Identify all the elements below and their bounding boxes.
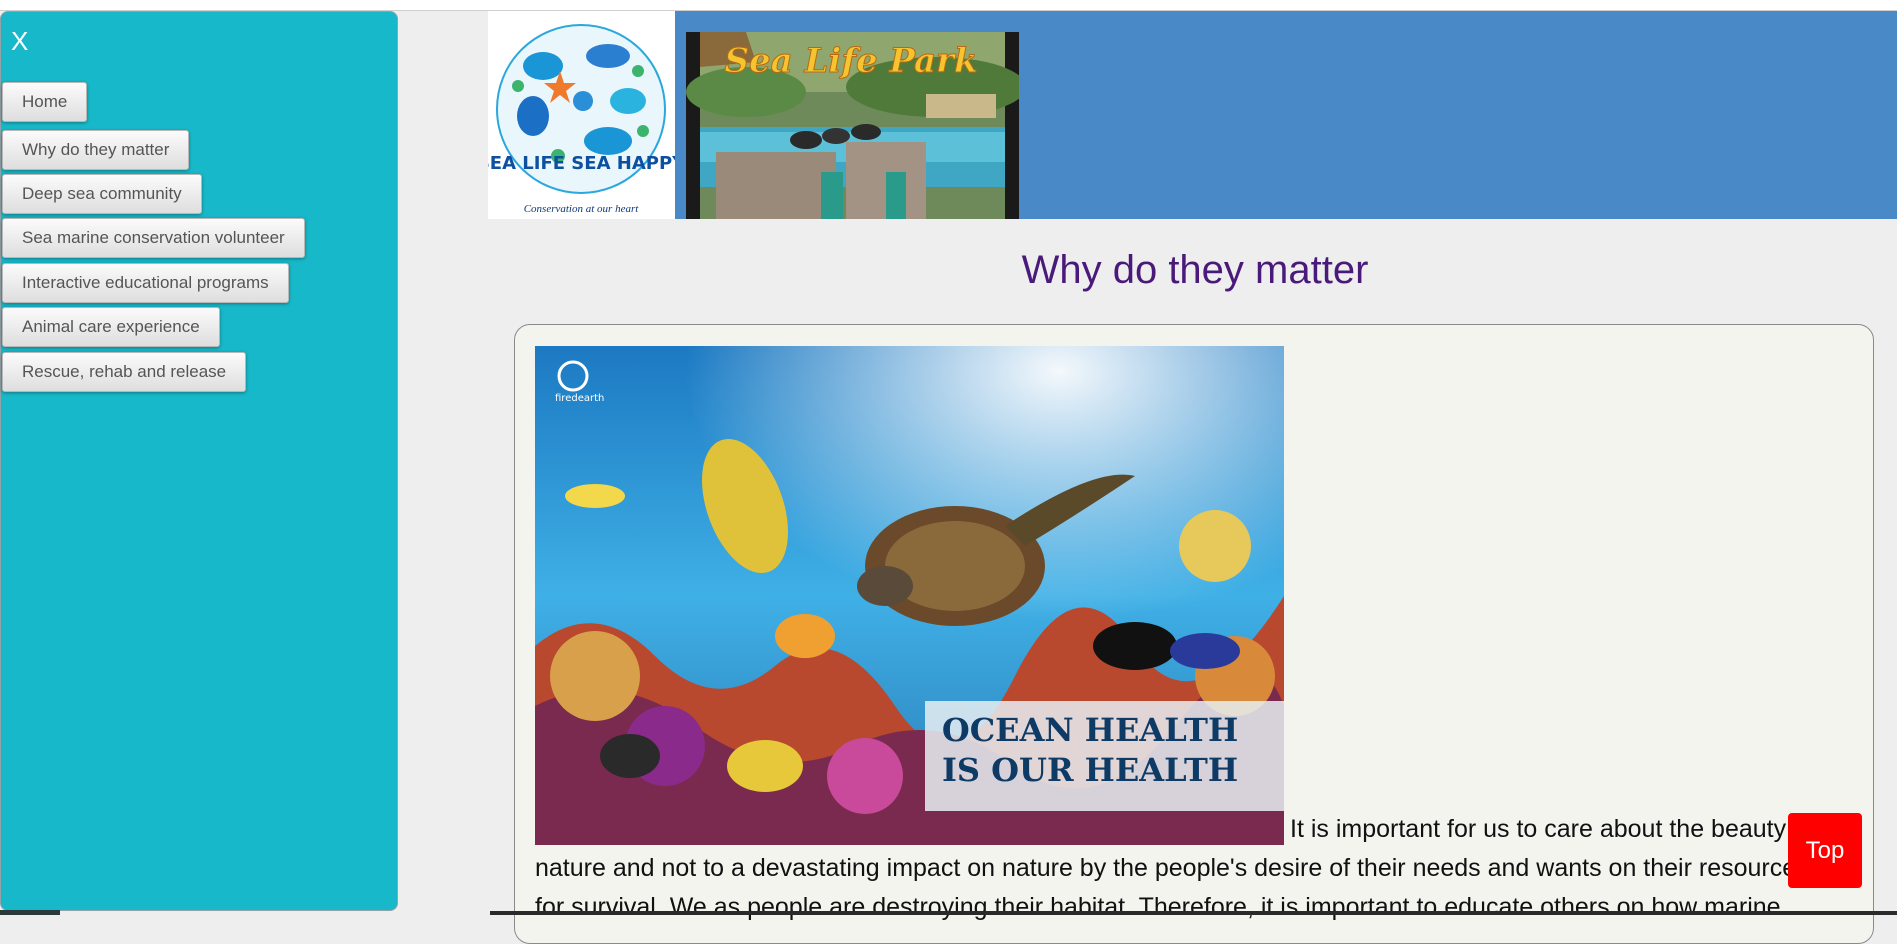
sidebar-item-home[interactable]: Home [2,82,88,122]
close-sidebar-button[interactable]: X [11,26,28,57]
sidebar-item-animal-care[interactable]: Animal care experience [2,307,220,347]
sidebar-item-educational-programs[interactable]: Interactive educational programs [2,263,289,303]
park-entrance-photo: Sea Life Park [686,32,1019,219]
browser-top-edge [0,0,1897,11]
logo-main-text: SEA LIFE SEA HAPPY [488,153,675,174]
sidebar-nav: X Home Why do they matter Deep sea commu… [0,11,398,911]
page-title: Why do they matter [1021,248,1369,292]
hero-brand: firedearth [555,393,604,404]
body-paragraph: It is important for us to care about the… [535,815,1814,921]
sidebar-item-rescue-rehab-release[interactable]: Rescue, rehab and release [2,352,247,392]
bottom-edge-left [0,910,60,915]
bottom-edge-right [490,911,1897,915]
logo-tagline: Conservation at our heart [524,203,640,215]
sidebar-item-volunteer[interactable]: Sea marine conservation volunteer [2,218,305,258]
ocean-health-hero-image: firedearth OCEAN HEALTH IS OUR HEALTH [535,346,1284,845]
sidebar-item-deep-sea-community[interactable]: Deep sea community [2,174,202,214]
sidebar-item-why-do-they-matter[interactable]: Why do they matter [2,130,190,170]
back-to-top-button[interactable]: Top [1788,813,1862,888]
park-sign-text: Sea Life Park [724,41,977,81]
hero-caption-line2: IS OUR HEALTH [942,751,1238,789]
site-logo: SEA LIFE SEA HAPPY Conservation at our h… [477,11,686,219]
hero-caption-line1: OCEAN HEALTH [942,711,1238,749]
